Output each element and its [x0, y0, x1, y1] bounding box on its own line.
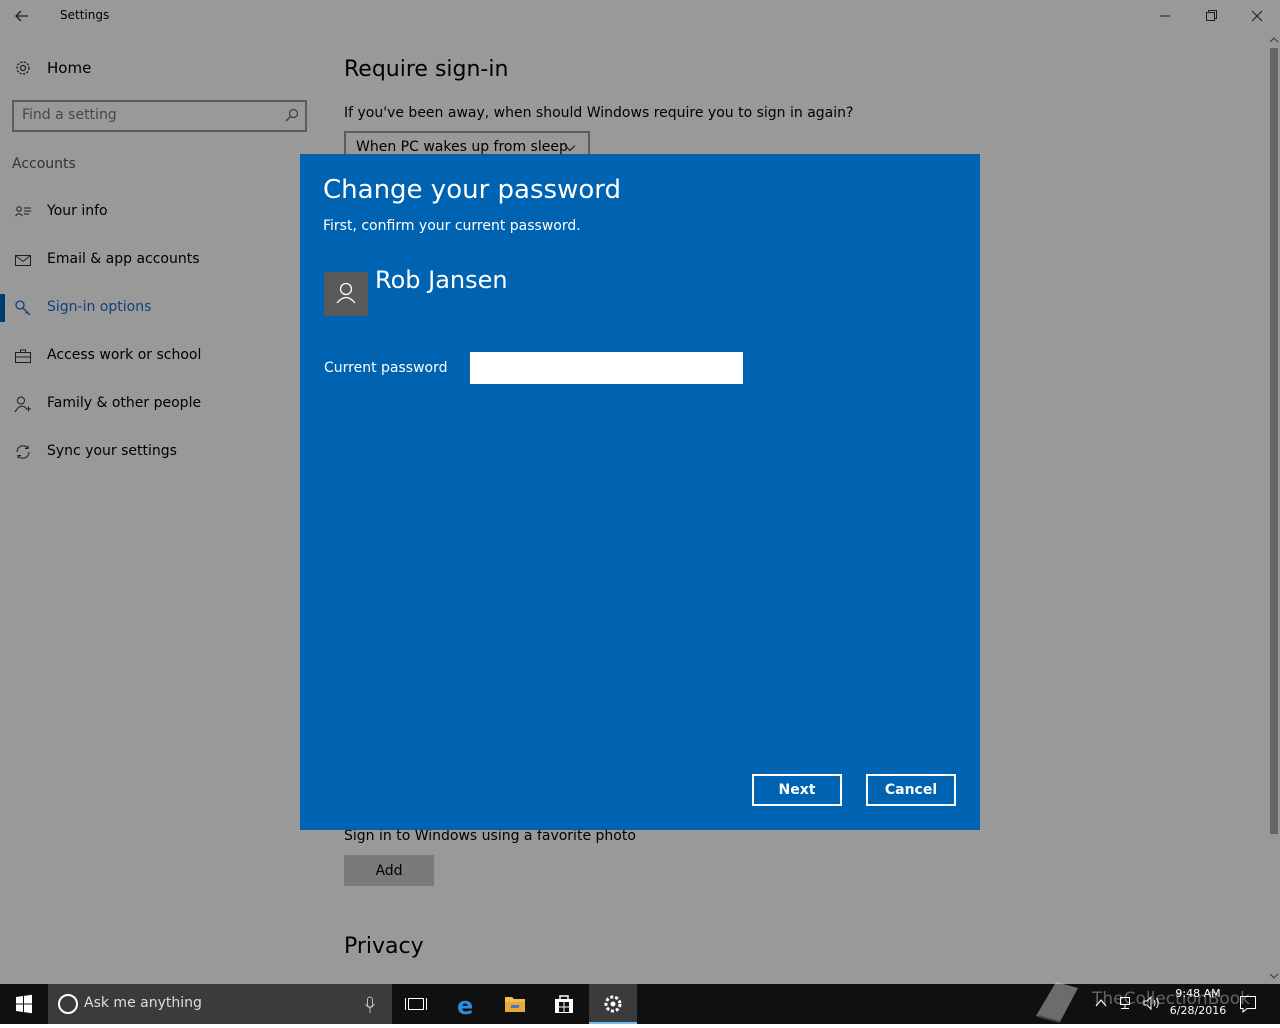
avatar — [324, 272, 368, 316]
edge-button[interactable]: e — [442, 984, 490, 1024]
gear-icon — [604, 995, 622, 1013]
task-view-icon — [405, 998, 427, 1010]
windows-logo-icon — [16, 994, 32, 1014]
file-explorer-button[interactable] — [491, 984, 539, 1024]
cortana-icon — [58, 994, 78, 1014]
cortana-search-box[interactable]: Ask me anything — [48, 984, 392, 1024]
volume-icon[interactable] — [1142, 994, 1162, 1012]
start-button[interactable] — [0, 984, 48, 1024]
cortana-placeholder: Ask me anything — [84, 995, 202, 1011]
book-watermark-icon — [1036, 982, 1078, 1023]
clock-date[interactable]: 6/28/2016 — [1166, 1004, 1230, 1017]
current-password-label: Current password — [324, 360, 448, 376]
store-icon — [555, 995, 573, 1013]
network-icon[interactable] — [1118, 994, 1136, 1012]
user-name: Rob Jansen — [375, 266, 508, 294]
change-password-dialog: Change your password First, confirm your… — [300, 154, 980, 830]
dialog-title: Change your password — [323, 175, 621, 205]
chevron-up-icon[interactable] — [1094, 996, 1108, 1010]
cancel-button[interactable]: Cancel — [866, 774, 956, 806]
user-icon — [336, 282, 356, 304]
svg-text:e: e — [457, 992, 473, 1020]
dialog-subtitle: First, confirm your current password. — [323, 218, 581, 234]
settings-taskbar-button[interactable] — [589, 984, 637, 1024]
task-view-button[interactable] — [392, 984, 440, 1024]
folder-icon — [505, 997, 525, 1012]
action-center-icon[interactable] — [1238, 994, 1258, 1014]
microphone-icon[interactable] — [364, 996, 376, 1014]
taskbar: Ask me anything e TheCollectionBook 9:48… — [0, 982, 1280, 1024]
edge-icon: e — [457, 992, 473, 1020]
store-button[interactable] — [540, 984, 588, 1024]
next-button[interactable]: Next — [752, 774, 842, 806]
current-password-field[interactable] — [470, 352, 743, 384]
clock-time[interactable]: 9:48 AM — [1170, 987, 1226, 1000]
